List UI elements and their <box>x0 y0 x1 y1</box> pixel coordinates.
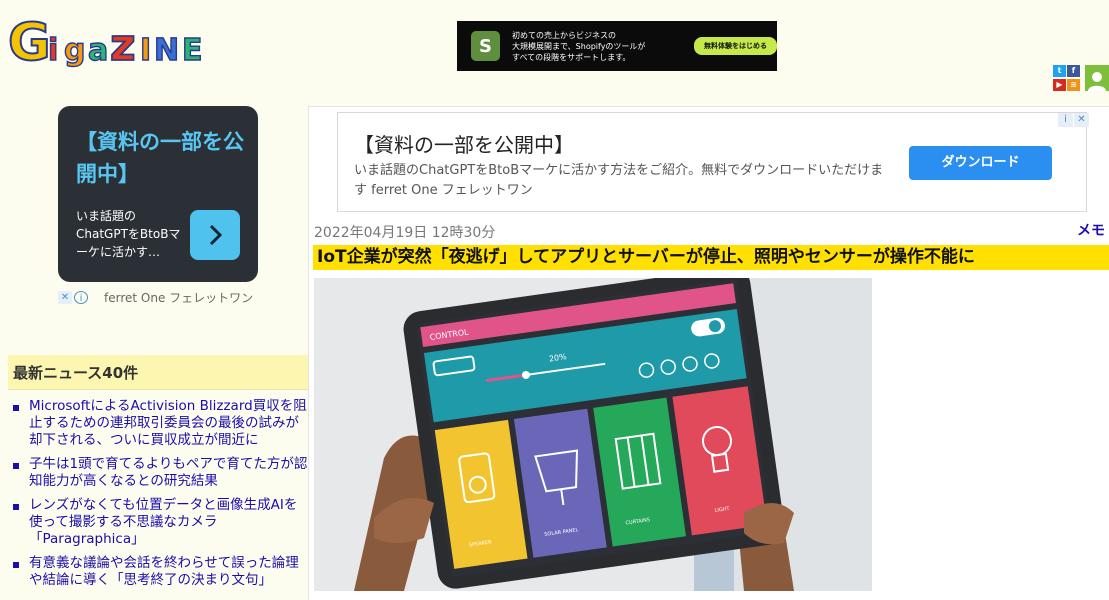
list-item[interactable]: 子牛は1頭で育てるよりもペアで育てた方が認知能力が高くなるとの研究結果 <box>8 456 310 490</box>
ad-close-icon[interactable]: ✕ <box>58 290 72 304</box>
list-item[interactable]: MicrosoftによるActivision Blizzard買収を阻止するため… <box>8 398 310 449</box>
ad-info-icon[interactable]: i <box>1058 113 1073 127</box>
svg-text:i: i <box>48 33 58 68</box>
sidebar-ad-meta: ✕ i ferret One フェレットワン <box>58 289 268 305</box>
svg-text:N: N <box>154 33 179 68</box>
twitter-icon[interactable]: t <box>1053 65 1066 77</box>
latest-news-list: MicrosoftによるActivision Blizzard買収を阻止するため… <box>8 398 310 596</box>
user-account-icon[interactable] <box>1085 65 1109 91</box>
youtube-icon[interactable]: ▶ <box>1053 78 1066 91</box>
rss-icon[interactable]: ≋ <box>1067 78 1080 91</box>
facebook-icon[interactable]: f <box>1067 65 1080 77</box>
gigazine-logo: G i g a z I N E <box>7 12 203 74</box>
main-ad-controls: i ✕ <box>1057 113 1089 127</box>
main-ad-description: いま話題のChatGPTをBtoBマーケに活かす方法をご紹介。無料でダウンロード… <box>354 163 884 198</box>
svg-text:G: G <box>8 13 51 68</box>
article-title-bar: IoT企業が突然「夜逃げ」してアプリとサーバーが停止、照明やセンサーが操作不能に <box>313 245 1109 270</box>
svg-text:I: I <box>140 33 151 68</box>
sidebar-ad-headline: 【資料の一部を公開中】 <box>76 130 244 186</box>
article-title[interactable]: IoT企業が突然「夜逃げ」してアプリとサーバーが停止、照明やセンサーが操作不能に <box>313 245 1109 270</box>
sidebar-ad-description: いま話題のChatGPTをBtoBマーケに活かす… <box>76 209 181 259</box>
article-category-link[interactable]: メモ <box>1077 220 1105 240</box>
sidebar-ad-arrow-button[interactable] <box>190 210 240 260</box>
article-date: 2022年04月19日 12時30分 <box>314 225 496 241</box>
main-ad-headline: 【資料の一部を公開中】 <box>354 133 574 157</box>
chevron-right-icon <box>209 224 223 246</box>
news-link[interactable]: レンズがなくても位置データと画像生成AIを使って撮影する不思議なカメラ「Para… <box>29 497 297 547</box>
top-banner-cta-button[interactable]: 無料体験をはじめる <box>694 37 777 55</box>
sidebar-ad-brand: ferret One フェレットワン <box>104 290 254 305</box>
top-banner-text: 初めての売上からビジネスの 大規模展開まで、Shopifyのツールが すべての段… <box>512 30 646 62</box>
news-link[interactable]: 子牛は1頭で育てるよりもペアで育てた方が認知能力が高くなるとの研究結果 <box>29 456 307 489</box>
svg-text:a: a <box>88 33 108 68</box>
svg-text:E: E <box>182 33 203 68</box>
shopify-bag-icon: S <box>471 31 500 61</box>
social-icons: t f ▶ ≋ <box>1053 65 1081 91</box>
list-item[interactable]: 有意義な議論や会話を終わらせて誤った論理や結論に導く「思考終了の決まり文句」 <box>8 555 310 589</box>
news-link[interactable]: MicrosoftによるActivision Blizzard買収を阻止するため… <box>29 398 307 448</box>
user-silhouette-icon <box>1088 72 1106 91</box>
main-ad-banner[interactable]: 【資料の一部を公開中】 いま話題のChatGPTをBtoBマーケに活かす方法をご… <box>337 112 1087 212</box>
svg-text:z: z <box>110 20 136 68</box>
ad-info-icon[interactable]: i <box>74 290 88 304</box>
svg-text:g: g <box>64 33 85 68</box>
news-link[interactable]: 有意義な議論や会話を終わらせて誤った論理や結論に導く「思考終了の決まり文句」 <box>29 555 299 588</box>
list-item[interactable]: レンズがなくても位置データと画像生成AIを使って撮影する不思議なカメラ「Para… <box>8 497 310 548</box>
article-hero-image: CONTROL 20% SPEAKER SOLAR PANEL CURTAINS… <box>314 278 872 591</box>
tablet-smart-home-illustration: CONTROL 20% SPEAKER SOLAR PANEL CURTAINS… <box>314 278 872 591</box>
top-banner-ad[interactable]: S 初めての売上からビジネスの 大規模展開まで、Shopifyのツールが すべて… <box>457 21 777 71</box>
ad-close-icon[interactable]: ✕ <box>1074 113 1089 127</box>
latest-news-heading: 最新ニュース40件 <box>8 355 308 390</box>
download-button[interactable]: ダウンロード <box>909 146 1052 180</box>
sidebar-ad[interactable]: 【資料の一部を公開中】 いま話題のChatGPTをBtoBマーケに活かす… <box>58 106 258 282</box>
site-logo[interactable]: G i g a z I N E <box>7 8 218 74</box>
